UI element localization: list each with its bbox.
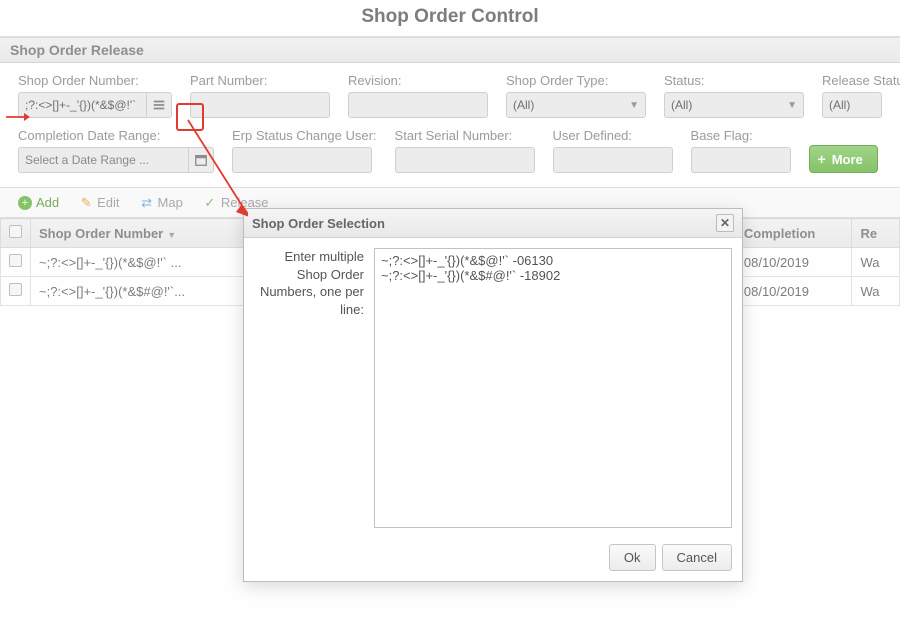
modal-overlay: Shop Order Selection ✕ Enter multiple Sh…	[0, 0, 900, 620]
dialog-label: Enter multiple Shop Order Numbers, one p…	[254, 248, 364, 528]
shop-order-selection-dialog: Shop Order Selection ✕ Enter multiple Sh…	[243, 208, 743, 582]
ok-button[interactable]: Ok	[609, 544, 656, 571]
close-button[interactable]: ✕	[716, 214, 734, 232]
close-icon: ✕	[720, 216, 730, 230]
dialog-title: Shop Order Selection	[252, 216, 385, 231]
shop-order-numbers-textarea[interactable]	[374, 248, 732, 528]
cancel-button[interactable]: Cancel	[662, 544, 732, 571]
